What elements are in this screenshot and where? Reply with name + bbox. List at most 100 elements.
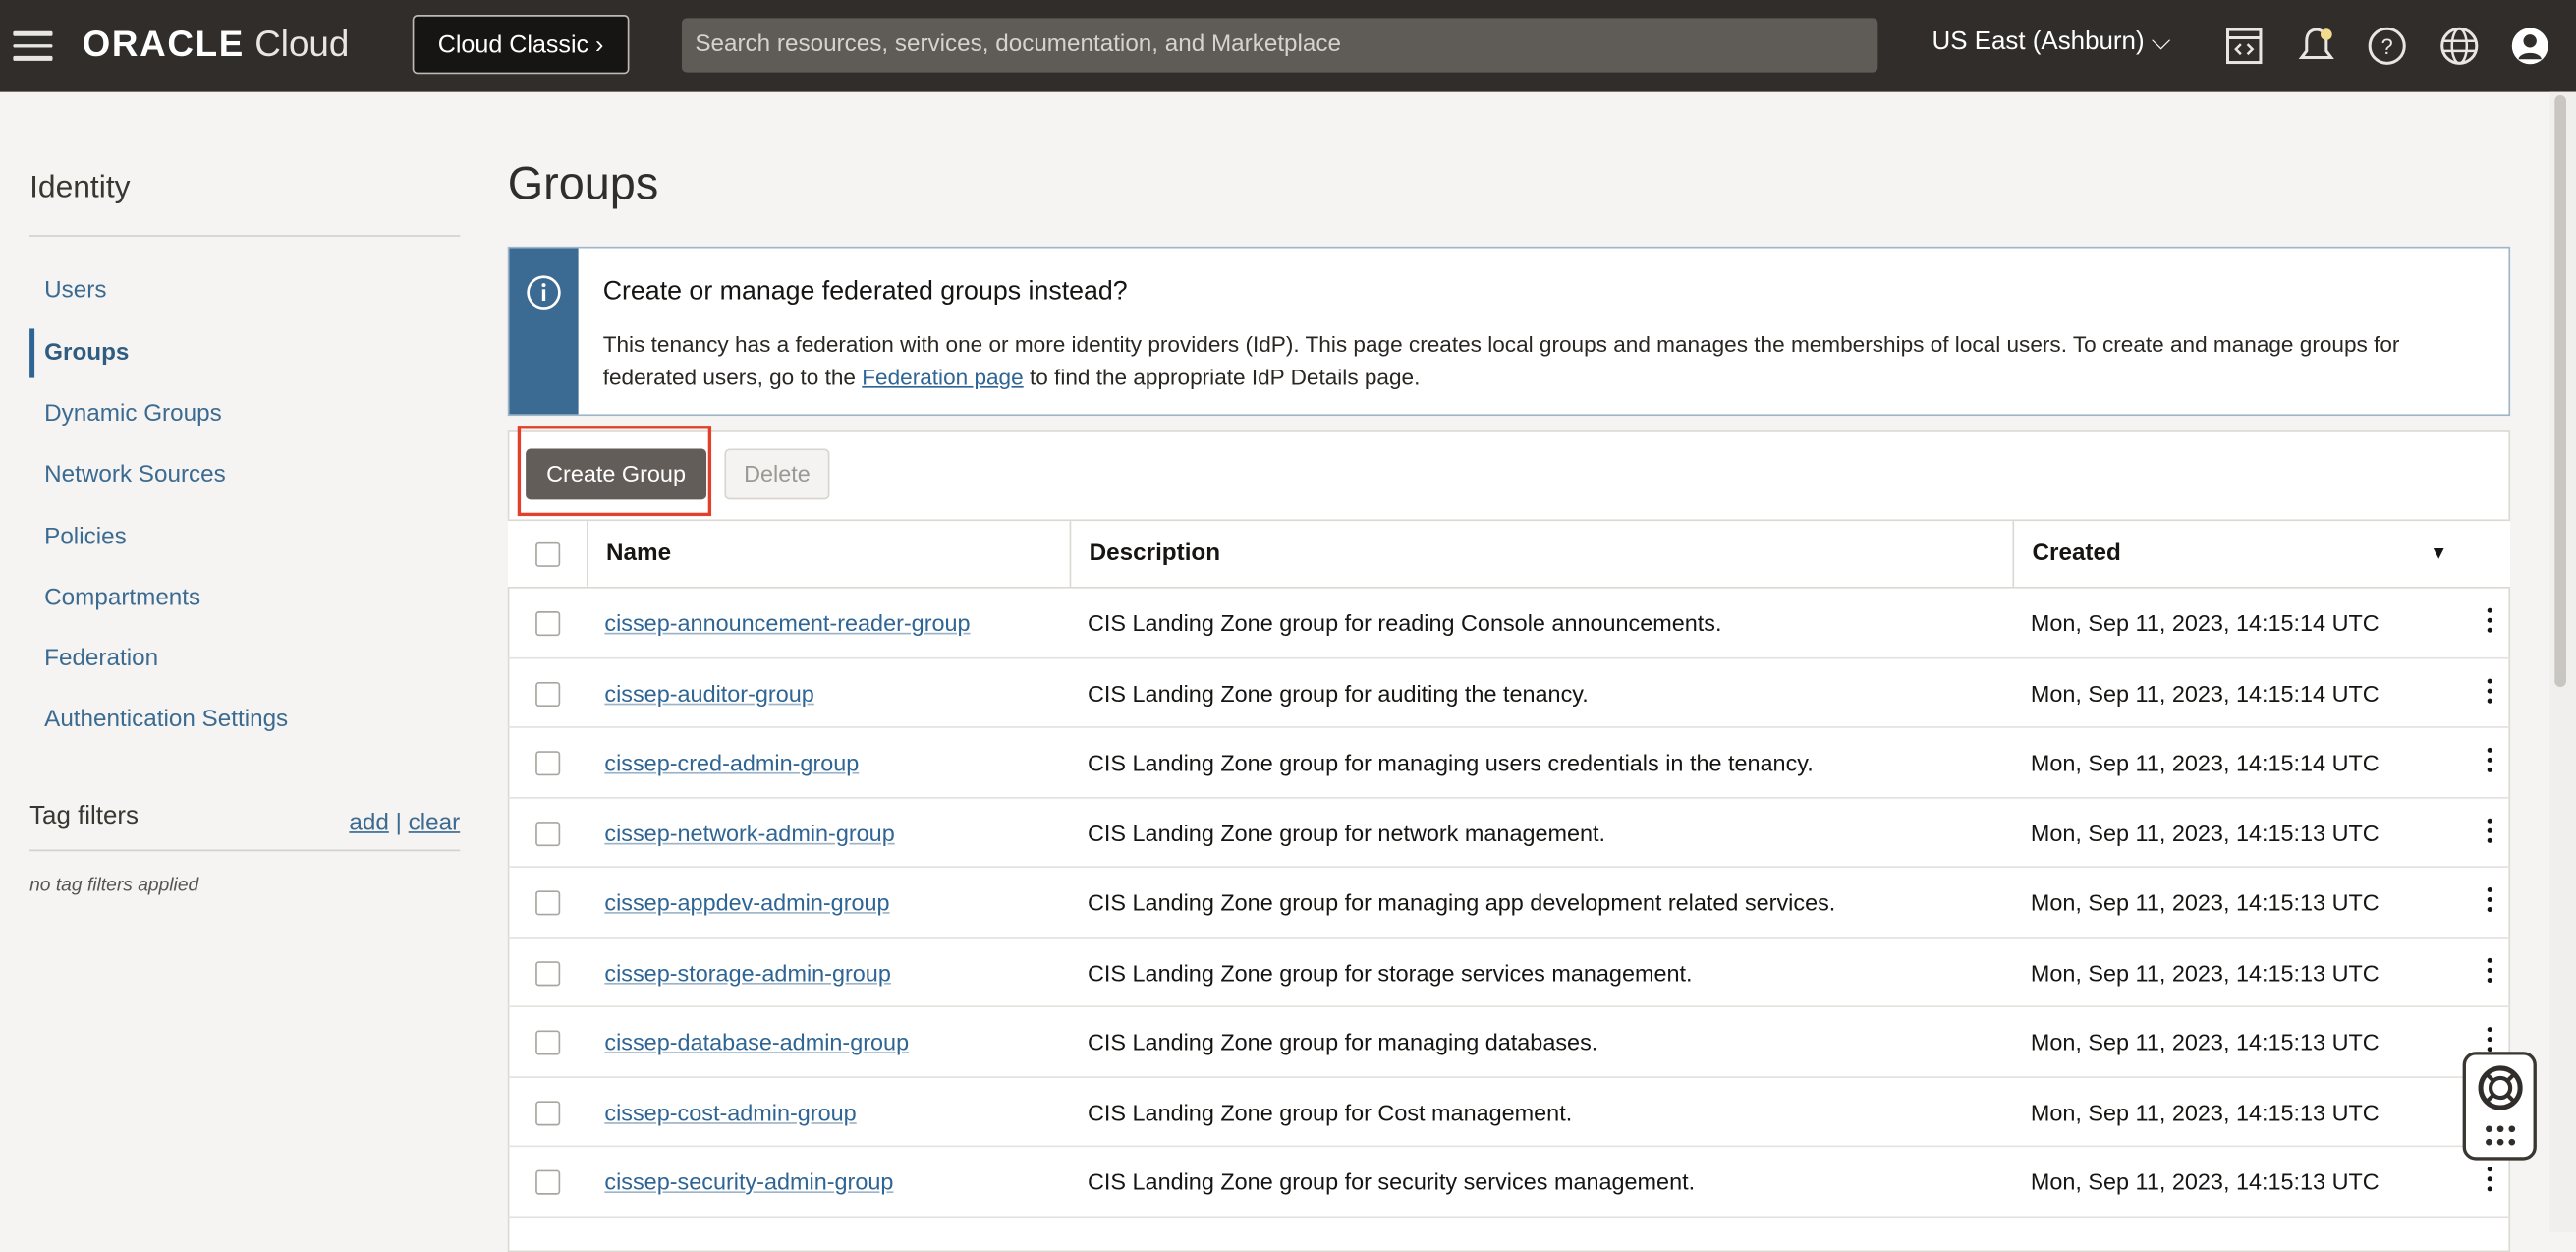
column-name[interactable]: Name	[587, 521, 1070, 587]
help-icon[interactable]: ?	[2366, 25, 2408, 67]
column-description: Description	[1070, 521, 2013, 587]
group-name-link[interactable]: cissep-appdev-admin-group	[604, 889, 889, 916]
group-name-link[interactable]: cissep-network-admin-group	[604, 820, 894, 846]
table-row: cissep-database-admin-group CIS Landing …	[508, 1007, 2510, 1077]
row-checkbox[interactable]	[535, 1101, 560, 1125]
group-created: Mon, Sep 11, 2023, 14:15:13 UTC	[2031, 1077, 2380, 1146]
sidebar-item-dynamic-groups[interactable]: Dynamic Groups	[29, 389, 460, 438]
tag-filter-links: add | clear	[328, 810, 460, 836]
sidebar-item-federation[interactable]: Federation	[29, 634, 460, 683]
scrollbar-thumb[interactable]	[2554, 95, 2566, 687]
table-row: cissep-network-admin-group CIS Landing Z…	[508, 798, 2510, 868]
federation-info-banner: Create or manage federated groups instea…	[508, 247, 2510, 416]
tag-add-link[interactable]: add	[349, 810, 388, 836]
sidebar-item-users[interactable]: Users	[29, 266, 460, 315]
sidebar-item-policies[interactable]: Policies	[29, 513, 460, 562]
globe-icon[interactable]	[2438, 25, 2481, 67]
tag-separator: |	[396, 810, 402, 836]
menu-icon[interactable]	[13, 31, 52, 61]
group-created: Mon, Sep 11, 2023, 14:15:13 UTC	[2031, 1147, 2380, 1216]
group-name-link[interactable]: cissep-database-admin-group	[604, 1029, 909, 1055]
top-navbar: ORACLE Cloud Cloud Classic › Search reso…	[0, 0, 2576, 92]
row-checkbox[interactable]	[535, 1170, 560, 1195]
group-description: CIS Landing Zone group for reading Conso…	[1088, 589, 1722, 657]
group-name-link[interactable]: cissep-storage-admin-group	[604, 959, 890, 986]
row-checkbox[interactable]	[535, 1030, 560, 1054]
lifebuoy-icon	[2476, 1063, 2525, 1112]
row-actions-menu-icon[interactable]	[2484, 678, 2493, 708]
row-actions-menu-icon[interactable]	[2484, 957, 2493, 987]
sidebar-item-compartments[interactable]: Compartments	[29, 574, 460, 623]
row-actions-menu-icon[interactable]	[2484, 608, 2493, 638]
table-row: cissep-cost-admin-group CIS Landing Zone…	[508, 1077, 2510, 1147]
sidebar-item-groups[interactable]: Groups	[29, 328, 460, 377]
sidebar-item-network-sources[interactable]: Network Sources	[29, 450, 460, 499]
info-band	[509, 249, 578, 415]
row-checkbox[interactable]	[535, 681, 560, 706]
row-checkbox[interactable]	[535, 751, 560, 775]
row-actions-menu-icon[interactable]	[2484, 1167, 2493, 1196]
oracle-cloud-logo[interactable]: ORACLE Cloud	[83, 23, 350, 65]
info-title: Create or manage federated groups instea…	[603, 278, 1128, 308]
group-description: CIS Landing Zone group for security serv…	[1088, 1147, 1695, 1216]
info-icon	[526, 274, 562, 311]
group-description: CIS Landing Zone group for managing data…	[1088, 1007, 1597, 1076]
info-body: This tenancy has a federation with one o…	[603, 328, 2476, 394]
tag-divider	[29, 850, 460, 852]
table-header: Name Description Created ▼	[508, 519, 2510, 588]
sort-desc-icon[interactable]: ▼	[2430, 521, 2447, 587]
help-widget[interactable]	[2463, 1052, 2537, 1160]
table-row: cissep-appdev-admin-group CIS Landing Zo…	[508, 868, 2510, 938]
table-row: cissep-auditor-group CIS Landing Zone gr…	[508, 658, 2510, 728]
group-description: CIS Landing Zone group for storage servi…	[1088, 938, 1693, 1006]
sidebar-title: Identity	[29, 171, 130, 207]
group-description: CIS Landing Zone group for Cost manageme…	[1088, 1077, 1572, 1146]
region-selector[interactable]: US East (Ashburn) ⌵	[1932, 28, 2171, 57]
group-description: CIS Landing Zone group for managing app …	[1088, 868, 1835, 937]
search-input[interactable]: Search resources, services, documentatio…	[682, 18, 1877, 72]
group-created: Mon, Sep 11, 2023, 14:15:13 UTC	[2031, 798, 2380, 867]
row-checkbox[interactable]	[535, 611, 560, 636]
sidebar-item-authentication-settings[interactable]: Authentication Settings	[29, 695, 460, 744]
bell-icon[interactable]	[2295, 25, 2337, 67]
federation-page-link[interactable]: Federation page	[862, 365, 1023, 389]
sidebar-divider	[29, 235, 460, 237]
group-name-link[interactable]: cissep-cost-admin-group	[604, 1099, 856, 1125]
row-checkbox[interactable]	[535, 960, 560, 985]
group-created: Mon, Sep 11, 2023, 14:15:13 UTC	[2031, 938, 2380, 1006]
grid-dots-icon	[2484, 1124, 2516, 1147]
logo-brand: ORACLE	[83, 23, 245, 64]
cloud-shell-icon[interactable]	[2222, 25, 2265, 67]
no-tag-filters-text: no tag filters applied	[29, 876, 198, 895]
group-created: Mon, Sep 11, 2023, 14:15:13 UTC	[2031, 868, 2380, 937]
group-created: Mon, Sep 11, 2023, 14:15:14 UTC	[2031, 658, 2380, 727]
table-row: cissep-security-admin-group CIS Landing …	[508, 1147, 2510, 1217]
cloud-classic-button[interactable]: Cloud Classic ›	[413, 15, 630, 74]
group-created: Mon, Sep 11, 2023, 14:15:14 UTC	[2031, 589, 2380, 657]
tag-clear-link[interactable]: clear	[409, 810, 461, 836]
group-name-link[interactable]: cissep-cred-admin-group	[604, 750, 859, 776]
delete-button[interactable]: Delete	[724, 449, 829, 500]
group-created: Mon, Sep 11, 2023, 14:15:13 UTC	[2031, 1007, 2380, 1076]
row-actions-menu-icon[interactable]	[2484, 887, 2493, 917]
chevron-down-icon: ⌵	[2152, 28, 2171, 55]
group-description: CIS Landing Zone group for network manag…	[1088, 798, 1605, 867]
tag-filters-title: Tag filters	[29, 802, 139, 831]
row-checkbox[interactable]	[535, 821, 560, 845]
table-row: cissep-cred-admin-group CIS Landing Zone…	[508, 728, 2510, 798]
row-checkbox[interactable]	[535, 890, 560, 915]
table-row: cissep-storage-admin-group CIS Landing Z…	[508, 938, 2510, 1007]
group-name-link[interactable]: cissep-auditor-group	[604, 679, 813, 706]
group-description: CIS Landing Zone group for managing user…	[1088, 728, 1814, 797]
svg-text:?: ?	[2381, 34, 2393, 59]
select-all-checkbox[interactable]	[535, 542, 560, 567]
row-actions-menu-icon[interactable]	[2484, 748, 2493, 777]
info-body-text-end: to find the appropriate IdP Details page…	[1024, 365, 1421, 389]
cloud-classic-label: Cloud Classic	[438, 31, 588, 59]
group-name-link[interactable]: cissep-security-admin-group	[604, 1168, 893, 1195]
group-name-link[interactable]: cissep-announcement-reader-group	[604, 609, 970, 636]
highlight-box	[518, 426, 711, 516]
user-avatar-icon[interactable]	[2508, 25, 2550, 67]
page-title: Groups	[508, 158, 659, 211]
row-actions-menu-icon[interactable]	[2484, 818, 2493, 847]
